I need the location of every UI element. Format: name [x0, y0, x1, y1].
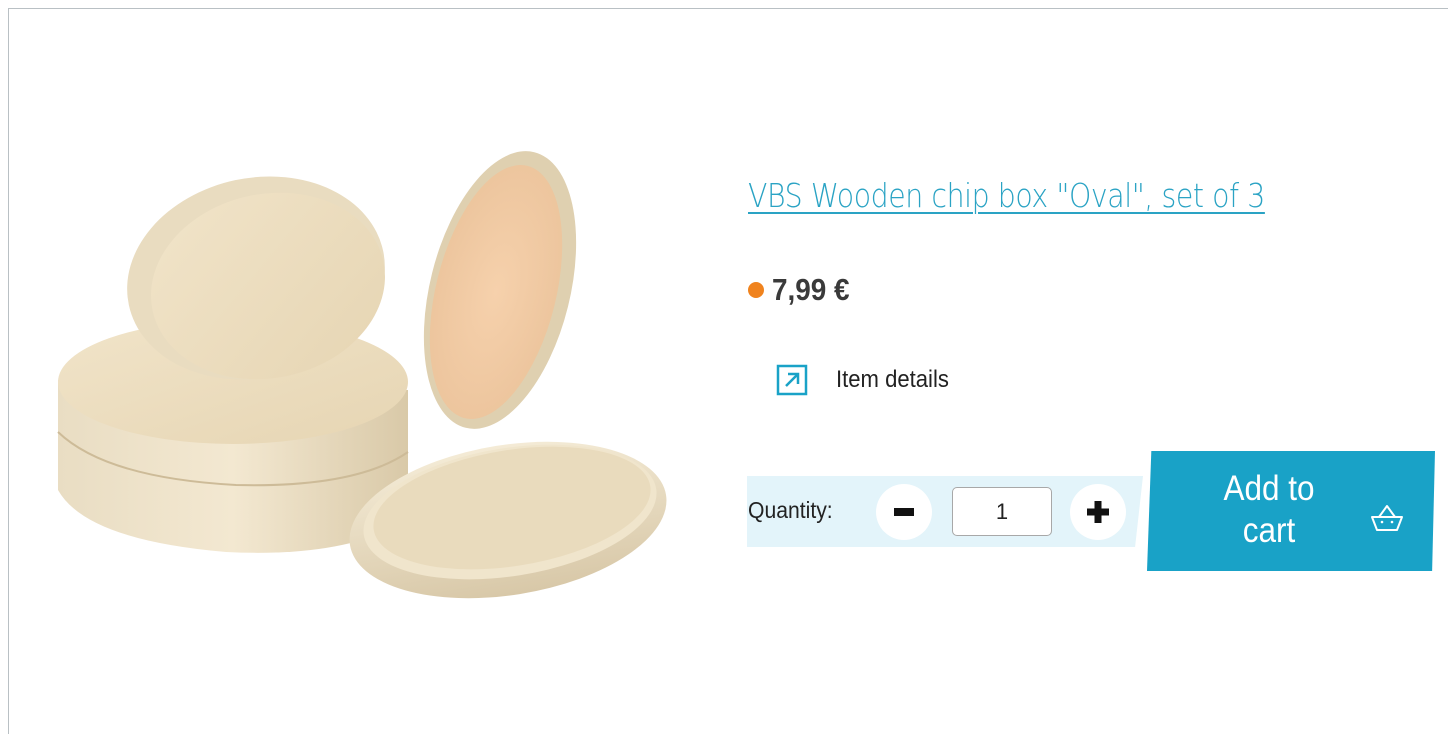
product-image[interactable]: [46, 140, 686, 610]
item-details-label: Item details: [836, 366, 949, 393]
item-details-link[interactable]: Item details: [776, 364, 959, 396]
availability-dot-icon: [748, 282, 764, 298]
decrease-quantity-button[interactable]: [876, 484, 932, 540]
external-arrow-icon: [776, 364, 808, 396]
add-to-cart-button[interactable]: Add to cart: [1147, 451, 1435, 571]
basket-icon: [1371, 505, 1403, 531]
product-price: 7,99 €: [772, 272, 850, 307]
plus-icon: [1087, 501, 1109, 523]
increase-quantity-button[interactable]: [1070, 484, 1126, 540]
price-row: 7,99 €: [748, 272, 858, 308]
quantity-input[interactable]: [952, 487, 1052, 536]
add-to-cart-label: Add to cart: [1223, 469, 1315, 550]
minus-icon: [894, 508, 914, 516]
quantity-label: Quantity:: [748, 497, 833, 523]
product-title-link[interactable]: VBS Wooden chip box "Oval", set of 3: [748, 176, 1265, 215]
